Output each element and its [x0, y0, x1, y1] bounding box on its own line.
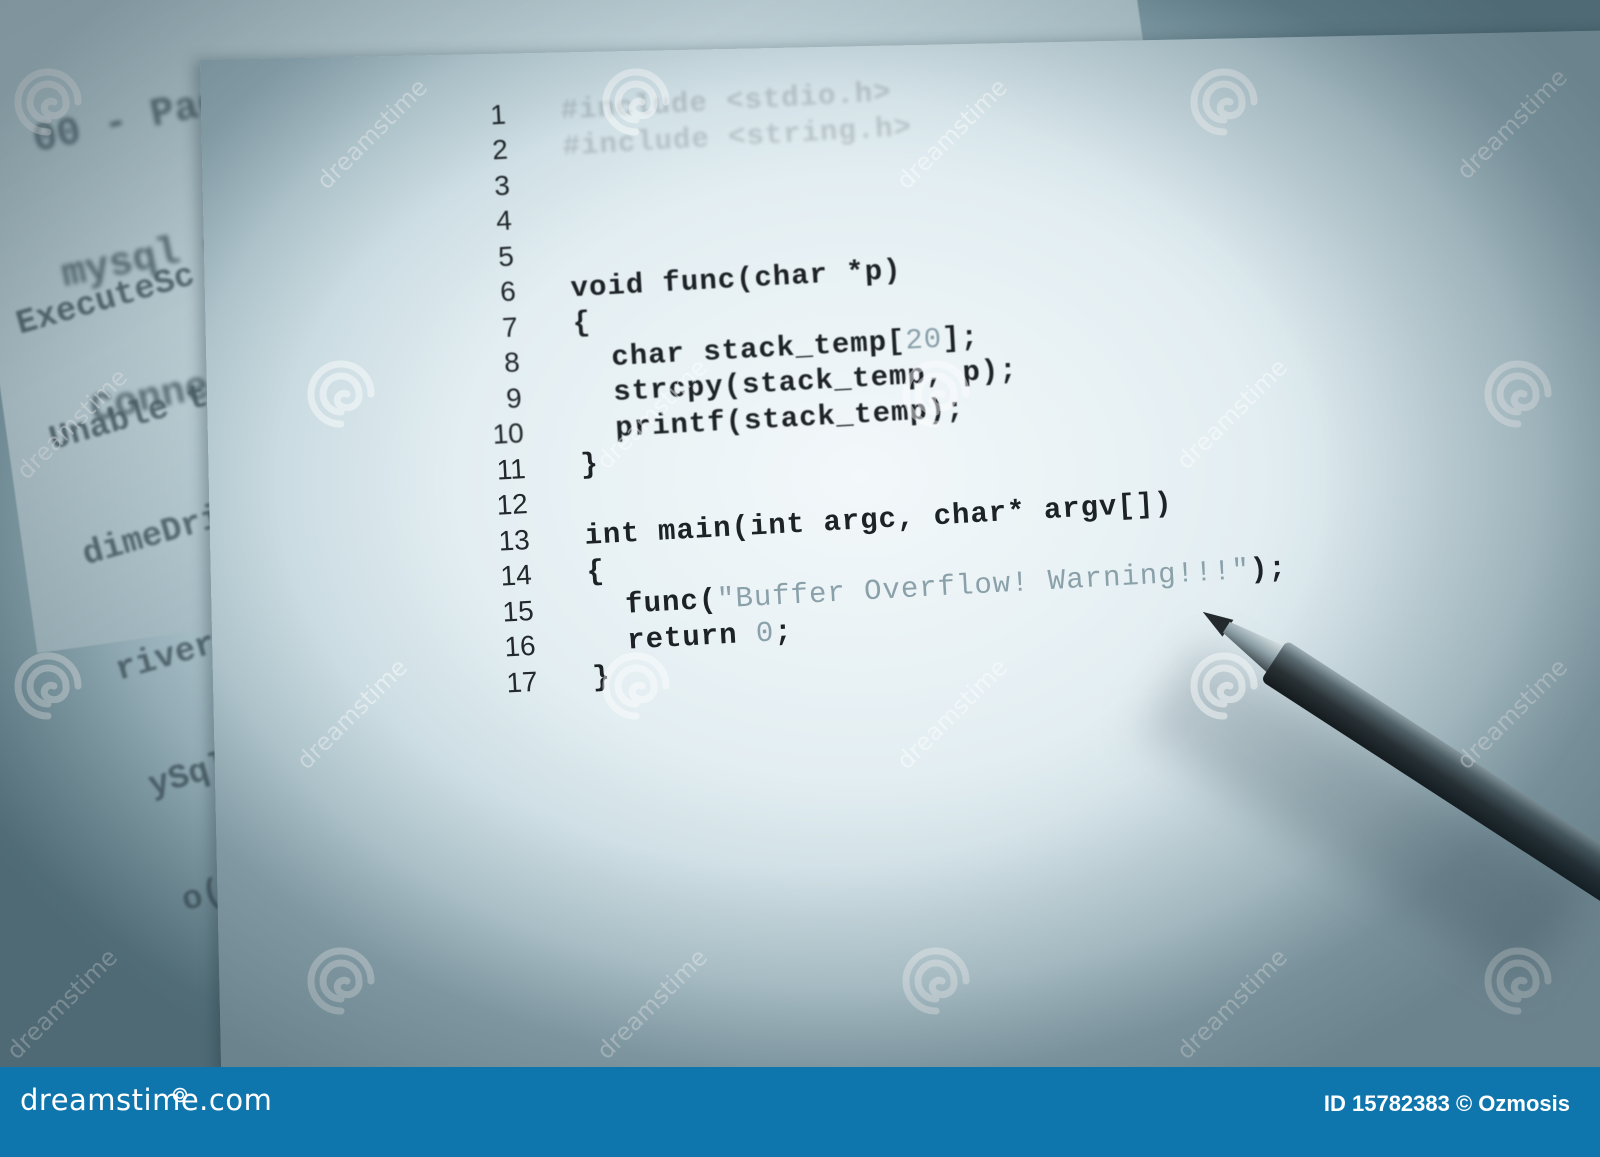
watermark-spiral-icon [600, 650, 672, 722]
line-number: 13 [497, 523, 531, 557]
watermark-spiral-icon [305, 358, 377, 430]
watermark-spiral-icon [1188, 650, 1260, 722]
line-number: 8 [503, 346, 521, 379]
line-number: 6 [499, 275, 517, 308]
line-number: 1 [489, 98, 507, 131]
line-number: 9 [505, 381, 523, 414]
line-number: 15 [501, 594, 535, 628]
brand-logo[interactable]: dreamstime.com [20, 1083, 272, 1117]
line-number: 7 [501, 311, 519, 343]
brand-text: dreamstime.com [20, 1083, 273, 1117]
watermark-spiral-icon [12, 650, 84, 722]
watermark-spiral-icon [12, 66, 84, 138]
code-text: { [585, 554, 606, 589]
line-number: 5 [497, 240, 515, 272]
line-number: 17 [505, 665, 539, 699]
watermark-spiral-icon [1482, 945, 1554, 1017]
code-literal: 0 [754, 616, 776, 651]
watermark-text: dreamstime [1, 943, 123, 1065]
blurred-line: ExecuteSc [12, 257, 200, 345]
watermark-spiral-icon [1188, 66, 1260, 138]
watermark-spiral-icon [900, 945, 972, 1017]
code-literal: 20 [904, 322, 944, 358]
line-number: 12 [495, 488, 529, 521]
printed-code-listing: 1 #include <stdio.h> 2 #include <string.h> 3… [445, 55, 1292, 703]
watermark-spiral-icon [305, 945, 377, 1017]
code-text: { [571, 306, 593, 341]
watermark-spiral-icon [900, 358, 972, 430]
line-number: 14 [499, 559, 533, 592]
image-credit: ID 15782383 © Ozmosis [1323, 1091, 1570, 1116]
line-number: 4 [495, 204, 513, 237]
watermark-spiral-icon [600, 66, 672, 138]
line-number: 3 [493, 169, 511, 202]
line-number: 11 [495, 452, 527, 486]
line-number: 16 [503, 630, 537, 663]
line-number: 10 [491, 417, 525, 451]
stock-photo: 00 - Page 1 mysql connection ConnectionS… [0, 0, 1600, 1067]
watermark-spiral-icon [1482, 358, 1554, 430]
spiral-logo-icon [172, 1087, 188, 1103]
line-number: 2 [491, 133, 509, 166]
watermark-banner: dreamstime.com ID 15782383 © Ozmosis [0, 1067, 1600, 1157]
